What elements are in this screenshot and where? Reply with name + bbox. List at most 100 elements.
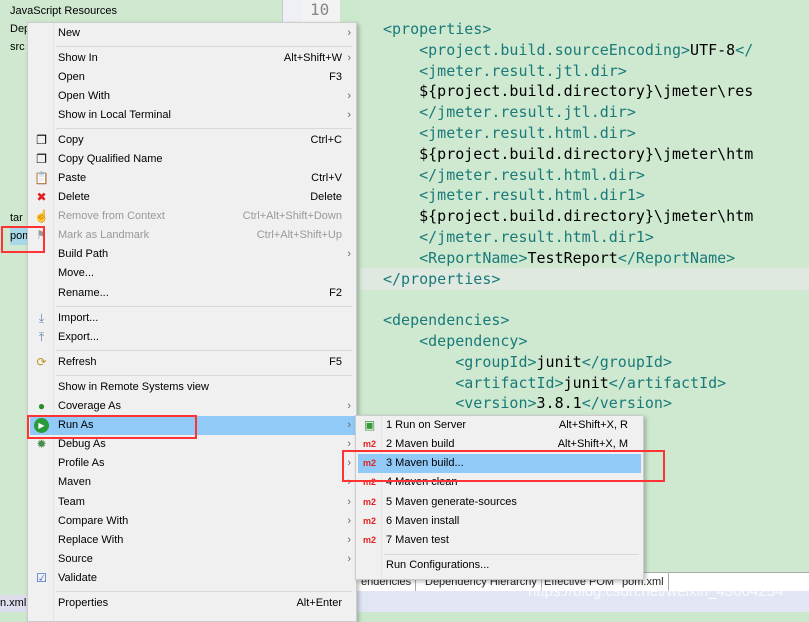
menu-item-shortcut: Alt+Shift+X, R bbox=[558, 419, 628, 431]
menu-item-new[interactable]: New › bbox=[30, 24, 355, 43]
bottom-left-tab[interactable]: n.xml bbox=[0, 595, 30, 612]
menu-item-label: Build Path bbox=[58, 248, 109, 260]
menu-item-remove-from-context[interactable]: ☝ Remove from Context Ctrl+Alt+Shift+Down bbox=[30, 207, 355, 226]
xml-text: ${project.build.directory}\jmeter\htm bbox=[383, 207, 754, 226]
menu-item-copy[interactable]: ❐ Copy Ctrl+C bbox=[30, 131, 355, 150]
import-icon: ⤓ bbox=[38, 311, 45, 325]
menu-item-label: Import... bbox=[58, 312, 99, 324]
menu-item-label: Mark as Landmark bbox=[58, 229, 150, 241]
line-number: 10 bbox=[310, 0, 330, 19]
menu-item-run-configurations[interactable]: Run Configurations... bbox=[358, 556, 641, 575]
code-line: <ReportName>TestReport</ReportName> bbox=[383, 248, 735, 269]
menu-item-label: 5 Maven generate-sources bbox=[386, 496, 517, 508]
menu-item-label: Show in Local Terminal bbox=[58, 109, 171, 121]
context-menu: New › Show In Alt+Shift+W › Open F3 Open With › S… bbox=[27, 22, 357, 622]
menu-separator bbox=[384, 554, 639, 555]
menu-item-label: Refresh bbox=[58, 356, 97, 368]
copy-icon: ❐ bbox=[36, 133, 47, 147]
menu-item-validate[interactable]: ☑ Validate bbox=[30, 569, 355, 588]
code-line: <project.build.sourceEncoding>UTF-8</ bbox=[383, 40, 753, 61]
xml-tag: <artifactId> bbox=[383, 373, 564, 392]
menu-item-6-maven-install[interactable]: m2 6 Maven install bbox=[358, 512, 641, 531]
code-line: <version>3.8.1</version> bbox=[383, 393, 672, 414]
chevron-right-icon: › bbox=[347, 496, 351, 508]
xml-text: 3.8.1 bbox=[536, 394, 582, 413]
menu-item-label: Rename... bbox=[58, 287, 109, 299]
xml-text: TestReport bbox=[527, 248, 618, 267]
xml-text: junit bbox=[536, 352, 582, 371]
menu-item-replace-with[interactable]: Replace With › bbox=[30, 531, 355, 550]
chevron-right-icon: › bbox=[347, 248, 351, 260]
menu-item-shortcut: Ctrl+V bbox=[311, 172, 342, 184]
menu-item-export[interactable]: ⤒ Export... bbox=[30, 328, 355, 347]
xml-tag: </properties> bbox=[383, 269, 501, 288]
xml-tag: <jmeter.result.html.dir1> bbox=[383, 186, 645, 205]
menu-item-label: Delete bbox=[58, 191, 90, 203]
menu-item-label: 6 Maven install bbox=[386, 515, 460, 527]
code-line: ${project.build.directory}\jmeter\htm bbox=[383, 206, 753, 227]
menu-item-label: Show In bbox=[58, 52, 98, 64]
xml-text: junit bbox=[563, 373, 609, 392]
menu-item-label: Validate bbox=[58, 572, 97, 584]
chevron-right-icon: › bbox=[347, 419, 351, 431]
menu-item-build-path[interactable]: Build Path › bbox=[30, 245, 355, 264]
menu-item-label: Remove from Context bbox=[58, 210, 165, 222]
menu-item-rename[interactable]: Rename... F2 bbox=[30, 284, 355, 303]
menu-item-refresh[interactable]: ⟳ Refresh F5 bbox=[30, 353, 355, 372]
refresh-icon: ⟳ bbox=[36, 355, 47, 369]
menu-item-label: Coverage As bbox=[58, 400, 121, 412]
tree-item-javascript-resources[interactable]: JavaScript Resources bbox=[10, 2, 117, 20]
menu-item-mark-as-landmark[interactable]: ⚑ Mark as Landmark Ctrl+Alt+Shift+Up bbox=[30, 226, 355, 245]
menu-item-move[interactable]: Move... bbox=[30, 264, 355, 283]
xml-tag: </jmeter.result.jtl.dir> bbox=[383, 103, 636, 122]
menu-item-shortcut: Alt+Enter bbox=[296, 597, 342, 609]
menu-item-open[interactable]: Open F3 bbox=[30, 68, 355, 87]
menu-item-label: Open bbox=[58, 71, 85, 83]
menu-item-coverage-as[interactable]: ● Coverage As › bbox=[30, 397, 355, 416]
menu-item-shortcut: Ctrl+Alt+Shift+Up bbox=[256, 229, 342, 241]
menu-item-compare-with[interactable]: Compare With › bbox=[30, 512, 355, 531]
menu-item-source[interactable]: Source › bbox=[30, 550, 355, 569]
remove-context-icon: ☝ bbox=[34, 209, 49, 223]
menu-item-label: Run Configurations... bbox=[386, 559, 490, 571]
menu-item-5-maven-generate-sources[interactable]: m2 5 Maven generate-sources bbox=[358, 493, 641, 512]
menu-item-import[interactable]: ⤓ Import... bbox=[30, 309, 355, 328]
menu-item-open-with[interactable]: Open With › bbox=[30, 87, 355, 106]
menu-item-show-in-remote-systems-view[interactable]: Show in Remote Systems view bbox=[30, 378, 355, 397]
menu-item-label: Open With bbox=[58, 90, 110, 102]
menu-separator bbox=[56, 46, 352, 47]
menu-item-show-in[interactable]: Show In Alt+Shift+W › bbox=[30, 49, 355, 68]
menu-item-show-in-local-terminal[interactable]: Show in Local Terminal › bbox=[30, 106, 355, 125]
menu-item-maven[interactable]: Maven › bbox=[30, 473, 355, 492]
menu-item-shortcut: Ctrl+C bbox=[310, 134, 342, 146]
chevron-right-icon: › bbox=[347, 109, 351, 121]
menu-item-1-run-on-server[interactable]: ▣ 1 Run on Server Alt+Shift+X, R bbox=[358, 416, 641, 435]
xml-text: ${project.build.directory}\jmeter\res bbox=[383, 82, 754, 101]
menu-item-properties[interactable]: Properties Alt+Enter bbox=[30, 594, 355, 613]
menu-item-paste[interactable]: 📋 Paste Ctrl+V bbox=[30, 169, 355, 188]
code-line: <artifactId>junit</artifactId> bbox=[383, 373, 726, 394]
chevron-right-icon: › bbox=[347, 553, 351, 565]
menu-item-profile-as[interactable]: Profile As › bbox=[30, 454, 355, 473]
chevron-right-icon: › bbox=[347, 515, 351, 527]
menu-item-label: Properties bbox=[58, 597, 109, 609]
annotation-box-maven-build bbox=[342, 450, 665, 482]
code-line: <groupId>junit</groupId> bbox=[383, 352, 672, 373]
tree-item-src[interactable]: src bbox=[10, 38, 25, 56]
xml-tag: </jmeter.result.html.dir1> bbox=[383, 228, 654, 246]
maven-m2-icon: m2 bbox=[362, 535, 376, 545]
xml-tag: </artifactId> bbox=[608, 373, 727, 392]
menu-item-shortcut: Delete bbox=[310, 191, 342, 203]
menu-item-team[interactable]: Team › bbox=[30, 493, 355, 512]
menu-item-label: Copy Qualified Name bbox=[58, 153, 163, 165]
paste-icon: 📋 bbox=[34, 171, 49, 185]
menu-item-delete[interactable]: ✖ Delete Delete bbox=[30, 188, 355, 207]
annotation-box-run-as bbox=[27, 415, 197, 439]
menu-item-7-maven-test[interactable]: m2 7 Maven test bbox=[358, 531, 641, 550]
menu-item-label: Move... bbox=[58, 267, 95, 279]
menu-item-shortcut: Ctrl+Alt+Shift+Down bbox=[242, 210, 342, 222]
menu-item-copy-qualified-name[interactable]: ❐ Copy Qualified Name bbox=[30, 150, 355, 169]
code-line: ${project.build.directory}\jmeter\htm bbox=[383, 144, 753, 165]
tree-item-target[interactable]: tar bbox=[10, 209, 23, 227]
code-line: <jmeter.result.jtl.dir> bbox=[383, 61, 627, 82]
